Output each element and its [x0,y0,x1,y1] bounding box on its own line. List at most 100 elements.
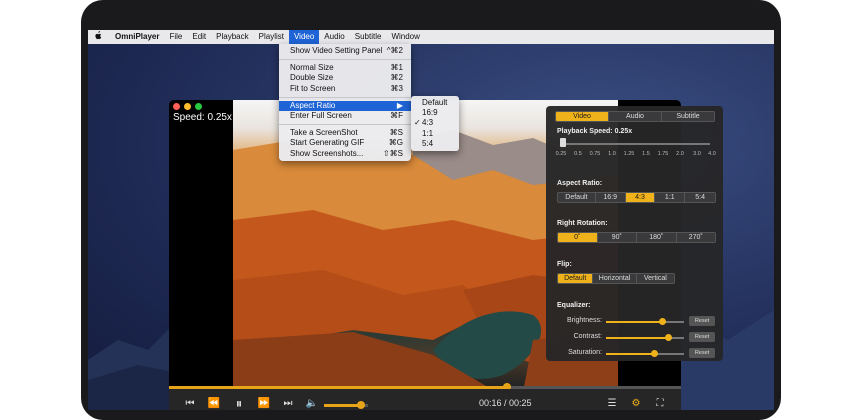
aspect-option-4-3[interactable]: 4:3 [625,193,656,202]
aspect-ratio-control: Default 16:9 4:3 1:1 5:4 [557,192,716,203]
speed-tick: 4.0 [708,151,716,157]
menu-item-label: Show Video Setting Panel [290,46,383,55]
menu-item-label: Normal Size [290,63,334,73]
menu-item-label: Take a ScreenShot [290,128,358,138]
menu-item-fit-to-screen[interactable]: Fit to Screen ⌘3 [279,84,411,94]
menu-item-shortcut: ^⌘2 [386,46,403,55]
aspect-ratio-label: Aspect Ratio: [557,180,603,187]
settings-gear-icon[interactable]: ⚙ [629,396,643,410]
saturation-label: Saturation: [568,349,602,356]
menu-item-label: Show Screenshots... [290,148,364,158]
aspect-option-default[interactable]: Default [558,193,596,202]
flip-option-horizontal[interactable]: Horizontal [593,274,637,283]
zoom-window-button[interactable] [195,103,202,110]
aspect-option-16-9[interactable]: 16:9 [595,193,626,202]
volume-knob[interactable] [356,401,365,409]
submenu-item-default[interactable]: Default [411,98,459,108]
menu-audio[interactable]: Audio [319,30,349,44]
speed-tick: 2.0 [676,151,684,157]
brightness-fill [606,321,663,323]
aspect-option-1-1[interactable]: 1:1 [655,193,686,202]
brightness-knob[interactable] [659,318,667,325]
aspect-option-5-4[interactable]: 5:4 [685,193,715,202]
fullscreen-icon[interactable]: ⛶ [653,396,667,410]
menu-separator [279,96,411,98]
contrast-reset-button[interactable]: Reset [689,332,715,342]
tab-subtitle[interactable]: Subtitle [662,112,714,121]
menu-item-shortcut: ⌘2 [390,73,403,83]
menu-video[interactable]: Video [288,30,320,44]
menu-item-label: Fit to Screen [290,83,336,93]
previous-track-icon[interactable]: ⏮ [183,396,197,410]
menu-item-shortcut: ⌘1 [390,63,403,73]
speed-tick: 1.75 [657,151,669,157]
contrast-fill [606,337,669,339]
submenu-item-1-1[interactable]: 1:1 [411,129,459,139]
submenu-item-label: 4:3 [422,118,434,128]
menu-item-show-video-setting-panel[interactable]: Show Video Setting Panel ^⌘2 [279,46,411,56]
contrast-label: Contrast: [573,333,602,340]
menu-item-aspect-ratio[interactable]: Aspect Ratio ▶ [279,100,411,111]
volume-icon[interactable]: 🔈 [305,396,319,410]
fast-forward-icon[interactable]: ⏩ [257,396,271,410]
menu-item-start-generating-gif[interactable]: Start Generating GIF ⌘G [279,138,411,148]
menu-item-shortcut: ⇧⌘S [382,148,403,158]
apple-menu-icon[interactable] [88,30,110,44]
tab-video[interactable]: Video [556,112,609,121]
saturation-slider[interactable] [606,350,684,357]
menu-playlist[interactable]: Playlist [254,30,289,44]
flip-control: Default Horizontal Vertical [557,273,675,284]
rotation-option-0[interactable]: 0˚ [558,233,598,242]
menu-item-normal-size[interactable]: Normal Size ⌘1 [279,63,411,73]
menu-item-label: Start Generating GIF [290,138,365,148]
speed-tick: 0.5 [574,151,582,157]
menu-playback[interactable]: Playback [211,30,253,44]
contrast-slider[interactable] [606,334,684,341]
brightness-slider[interactable] [606,318,684,325]
menu-file[interactable]: File [164,30,187,44]
speed-slider-knob[interactable] [560,138,566,147]
menu-edit[interactable]: Edit [187,30,211,44]
speed-overlay-label: Speed: 0.25x [173,112,232,123]
pause-icon[interactable]: ⏸ [231,396,247,410]
submenu-item-4-3[interactable]: ✓ 4:3 [411,118,459,128]
rotation-control: 0˚ 90˚ 180˚ 270˚ [557,232,716,243]
volume-slider[interactable] [324,401,368,409]
brightness-reset-button[interactable]: Reset [689,316,715,326]
menu-item-double-size[interactable]: Double Size ⌘2 [279,73,411,83]
saturation-reset-button[interactable]: Reset [689,348,715,358]
app-menu[interactable]: OmniPlayer [110,30,164,44]
menu-item-take-screenshot[interactable]: Take a ScreenShot ⌘S [279,128,411,138]
menu-item-label: Double Size [290,73,334,83]
contrast-knob[interactable] [665,334,673,341]
rotation-option-180[interactable]: 180˚ [637,233,677,242]
flip-label: Flip: [557,261,572,268]
speed-slider-track[interactable] [560,143,710,145]
speed-tick: 0.25 [555,151,567,157]
menu-item-enter-full-screen[interactable]: Enter Full Screen ⌘F [279,111,411,121]
flip-option-vertical[interactable]: Vertical [636,274,674,283]
flip-option-default[interactable]: Default [558,274,594,283]
playback-speed-label: Playback Speed: 0.25x [557,128,633,135]
rewind-icon[interactable]: ⏪ [207,396,221,410]
settings-tabs: Video Audio Subtitle [555,111,715,122]
menu-subtitle[interactable]: Subtitle [350,30,387,44]
menu-item-show-screenshots[interactable]: Show Screenshots... ⇧⌘S [279,149,411,159]
rotation-option-90[interactable]: 90˚ [597,233,637,242]
aspect-ratio-submenu: Default 16:9 ✓ 4:3 1:1 5:4 [411,96,459,151]
submenu-item-5-4[interactable]: 5:4 [411,139,459,149]
speed-ticks: 0.25 0.5 0.75 1.0 1.25 1.5 1.75 2.0 3.0 … [555,151,716,159]
close-window-button[interactable] [173,103,180,110]
volume-fill [324,404,361,407]
next-track-icon[interactable]: ⏭ [281,396,295,410]
saturation-knob[interactable] [651,350,659,357]
menu-item-shortcut: ⌘S [389,128,403,138]
menu-item-label: Aspect Ratio [290,100,336,110]
tab-audio[interactable]: Audio [609,112,662,121]
menu-window[interactable]: Window [386,30,424,44]
rotation-option-270[interactable]: 270˚ [676,233,715,242]
playlist-icon[interactable]: ☰ [605,396,619,410]
submenu-item-16-9[interactable]: 16:9 [411,108,459,118]
checkmark-icon: ✓ [414,118,421,128]
minimize-window-button[interactable] [184,103,191,110]
